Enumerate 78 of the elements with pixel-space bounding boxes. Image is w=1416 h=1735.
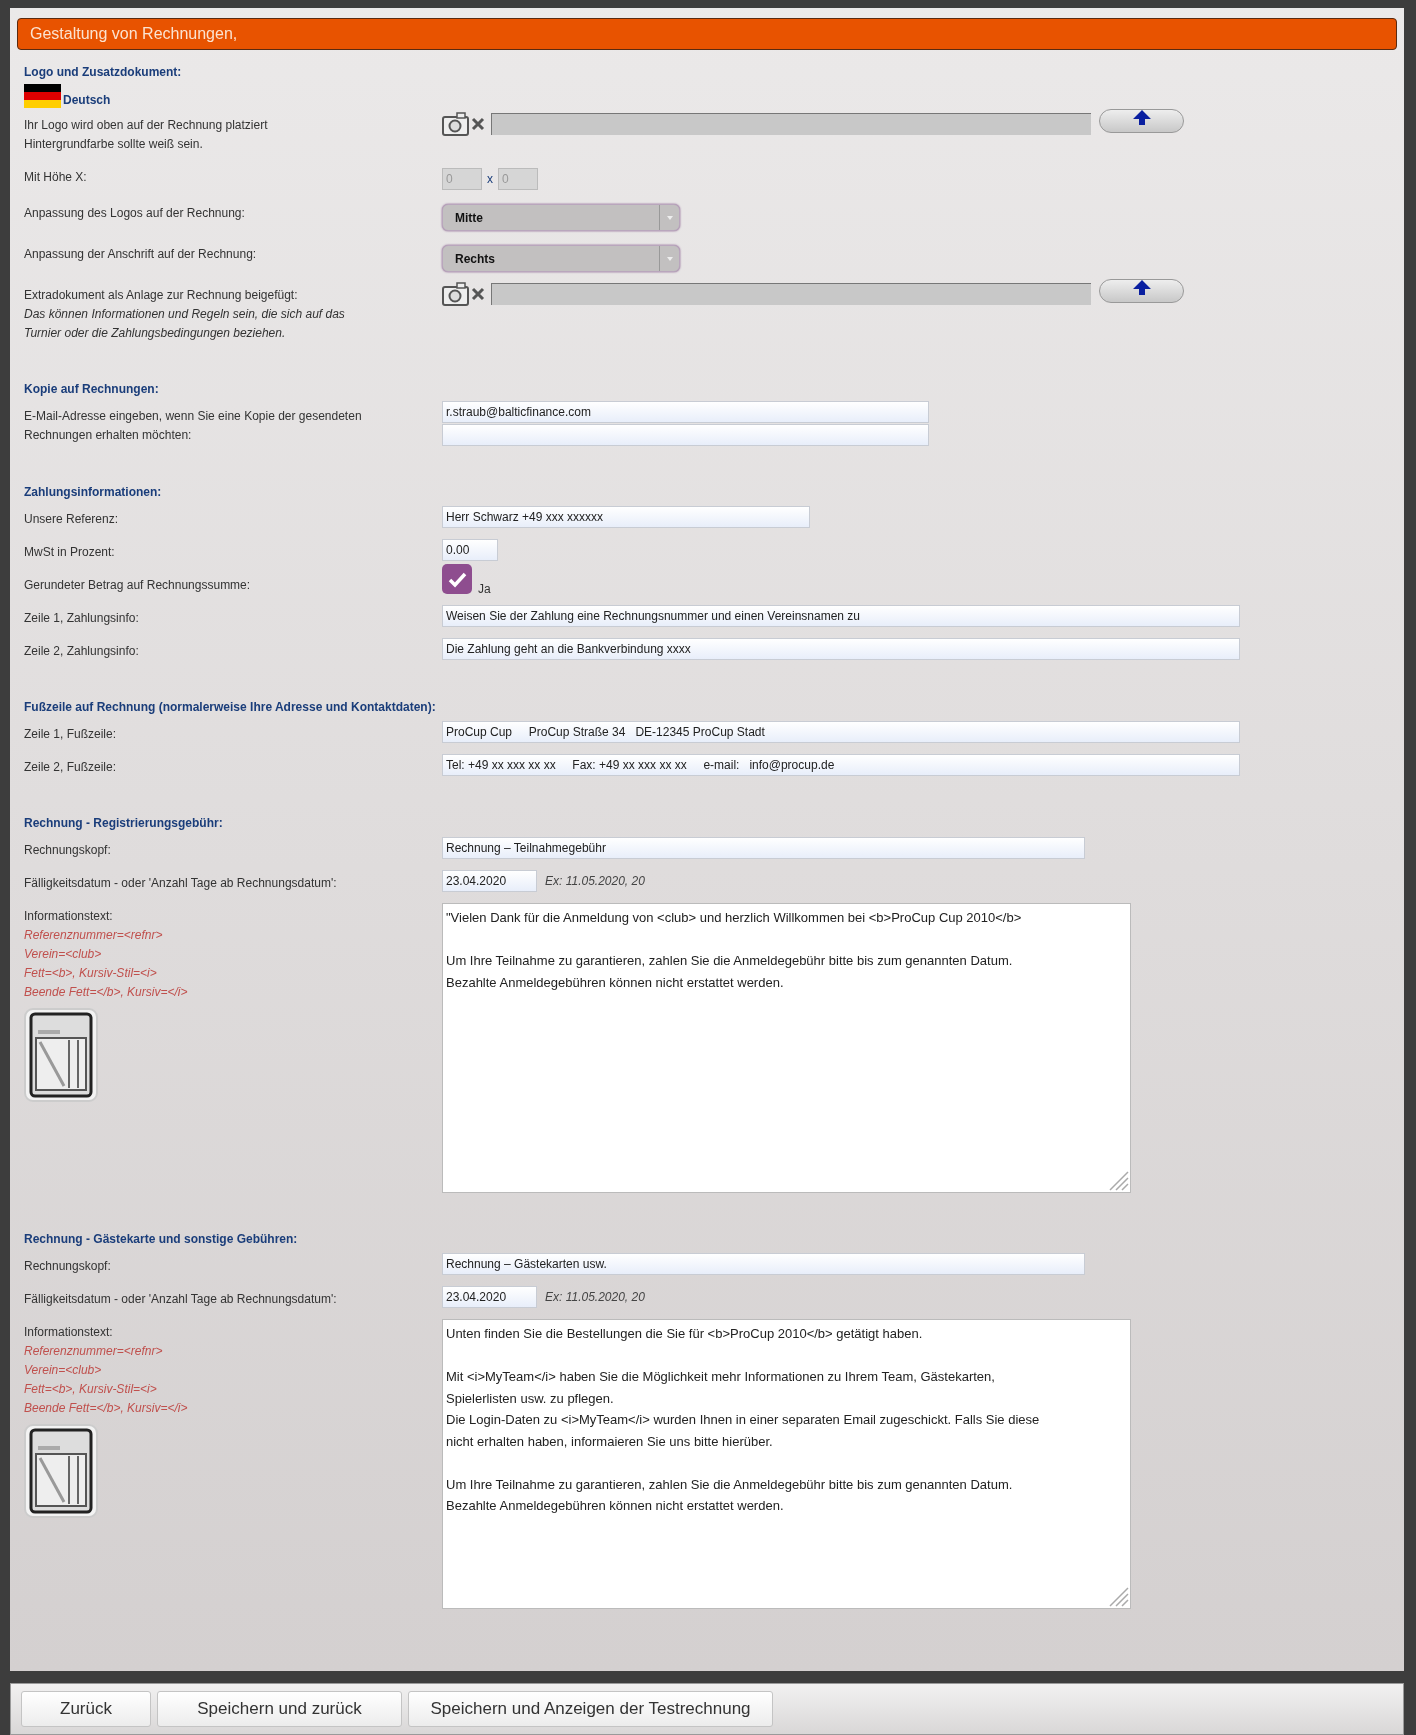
field-label: Anpassung der Anschrift auf der Rechnung: xyxy=(24,246,258,263)
field-label: Unsere Referenz: xyxy=(24,511,120,528)
field-label: Mit Höhe X: xyxy=(24,169,88,186)
checkbox[interactable] xyxy=(442,564,472,594)
dropdown[interactable]: Mitte xyxy=(442,204,680,231)
field-label: Zeile 1, Fußzeile: xyxy=(24,726,118,743)
close-icon[interactable] xyxy=(471,117,485,131)
field-label: Zeile 2, Zahlungsinfo: xyxy=(24,643,140,660)
caret-icon xyxy=(666,256,673,261)
field-label: Gerundeter Betrag auf Rechnungssumme: xyxy=(24,577,252,594)
field-label: Rechnungskopf: xyxy=(24,1258,112,1275)
camera-icon[interactable] xyxy=(442,112,469,136)
input-field[interactable]: Tel: +49 xx xxx xx xx Fax: +49 xx xxx xx xx e-mail: info@procup.de xyxy=(442,754,1240,776)
checkbox-label: Ja xyxy=(478,581,491,598)
field-label: Zeile 2, Fußzeile: xyxy=(24,759,118,776)
hint-text: Referenznummer=<refnr> xyxy=(24,1343,164,1360)
section-heading: Logo und Zusatzdokument: xyxy=(24,64,183,81)
caret-icon xyxy=(666,215,673,220)
hint-text: Fett=<b>, Kursiv-Stil=<i> xyxy=(24,1381,158,1398)
hint-text: Verein=<club> xyxy=(24,946,103,963)
input-field[interactable]: 23.04.2020 xyxy=(442,870,537,892)
hint-text: Fett=<b>, Kursiv-Stil=<i> xyxy=(24,965,158,982)
example-text: Ex: 11.05.2020, 20 xyxy=(545,1289,645,1306)
button[interactable]: Speichern und Anzeigen der Testrechnung xyxy=(408,1691,773,1727)
invoice-icon[interactable] xyxy=(24,1008,98,1102)
input-field[interactable]: 0.00 xyxy=(442,539,498,561)
field-label: Extradokument als Anlage zur Rechnung beigefügt: xyxy=(24,287,299,304)
section-heading: Fußzeile auf Rechnung (normalerweise Ihre Adresse und Kontaktdaten): xyxy=(24,699,437,716)
field-label: Informationstext: xyxy=(24,908,114,925)
field-label: Fälligkeitsdatum - oder 'Anzahl Tage ab Rechnungsdatum': xyxy=(24,875,338,892)
close-icon[interactable] xyxy=(471,287,485,301)
field-label: Informationstext: xyxy=(24,1324,114,1341)
hint-text: Beende Fett=</b>, Kursiv=</i> xyxy=(24,1400,189,1417)
field-label: Rechnungskopf: xyxy=(24,842,112,859)
button[interactable]: Speichern und zurück xyxy=(157,1691,402,1727)
field-label: Hintergrundfarbe sollte weiß sein. xyxy=(24,136,204,153)
invoice-icon[interactable] xyxy=(24,1424,98,1518)
file-field[interactable] xyxy=(491,283,1091,305)
field-label: Zeile 1, Zahlungsinfo: xyxy=(24,610,140,627)
input-field[interactable]: Rechnung – Teilnahmegebühr xyxy=(442,837,1085,859)
section-heading: Rechnung - Gästekarte und sonstige Gebühren: xyxy=(24,1231,299,1248)
field-label: Ihr Logo wird oben auf der Rechnung platziert xyxy=(24,117,269,134)
button[interactable]: Zurück xyxy=(21,1691,151,1727)
hint-text: Referenznummer=<refnr> xyxy=(24,927,164,944)
section-heading: Kopie auf Rechnungen: xyxy=(24,381,160,398)
input-field[interactable]: Herr Schwarz +49 xxx xxxxxx xyxy=(442,506,810,528)
text-area[interactable]: Unten finden Sie die Bestellungen die Sie für <b>ProCup 2010</b> getätigt haben. Mit <i>MyTeam</i> haben Sie die Möglichkeit mehr Informationen zu Ihrem Team, Gästekarten, Spielerlisten usw. zu pflegen. Die Login-Daten zu <i>MyTeam</i> wurden Ihnen in einer separaten Email zugeschickt. Falls Sie diese nicht erhalten haben, informaieren Sie uns bitte hierüber. Um Ihre Teilnahme zu garantieren, zahlen Sie die Anmeldegebühr bitte bis zum genannten Datum. Bezahlte Anmeldegebühren können nicht erstattet werden. xyxy=(442,1319,1131,1609)
flag-icon xyxy=(24,84,61,108)
example-text: Ex: 11.05.2020, 20 xyxy=(545,873,645,890)
arrow-up-icon xyxy=(1132,110,1151,125)
upload-button[interactable] xyxy=(1099,279,1184,303)
upload-button[interactable] xyxy=(1099,109,1184,133)
hint-text: Das können Informationen und Regeln sein, die sich auf das xyxy=(24,306,346,323)
hint-text: Beende Fett=</b>, Kursiv=</i> xyxy=(24,984,189,1001)
field-label: Rechnungen erhalten möchten: xyxy=(24,427,193,444)
dropdown[interactable]: Rechts xyxy=(442,245,680,272)
hint-text: Turnier oder die Zahlungsbedingungen beziehen. xyxy=(24,325,287,342)
language-label: Deutsch xyxy=(63,92,111,108)
input-field[interactable]: Die Zahlung geht an die Bankverbindung xxxx xyxy=(442,638,1240,660)
field-label: MwSt in Prozent: xyxy=(24,544,116,561)
input-field[interactable]: Weisen Sie der Zahlung eine Rechnungsnummer und einen Vereinsnamen zu xyxy=(442,605,1240,627)
section-heading: Zahlungsinformationen: xyxy=(24,484,163,501)
text-area[interactable]: "Vielen Dank für die Anmeldung von <club> und herzlich Willkommen bei <b>ProCup Cup 2010</b> Um Ihre Teilnahme zu garantieren, zahlen Sie die Anmeldegebühr bitte bis zum genannten Datum. Bezahlte Anmeldegebühren können nicht erstattet werden. xyxy=(442,903,1131,1193)
section-heading: Rechnung - Registrierungsgebühr: xyxy=(24,815,224,832)
input-field[interactable]: Rechnung – Gästekarten usw. xyxy=(442,1253,1085,1275)
file-field[interactable] xyxy=(491,113,1091,135)
separator-text: x xyxy=(487,171,493,188)
input-field[interactable] xyxy=(442,424,929,446)
field-label: Fälligkeitsdatum - oder 'Anzahl Tage ab Rechnungsdatum': xyxy=(24,1291,338,1308)
field-label: E-Mail-Adresse eingeben, wenn Sie eine Kopie der gesendeten xyxy=(24,408,363,425)
input-field[interactable]: r.straub@balticfinance.com xyxy=(442,401,929,423)
field-label: Anpassung des Logos auf der Rechnung: xyxy=(24,205,246,222)
hint-text: Verein=<club> xyxy=(24,1362,103,1379)
window-title: Gestaltung von Rechnungen, xyxy=(17,18,1397,50)
camera-icon[interactable] xyxy=(442,282,469,306)
input-field[interactable]: ProCup Cup ProCup Straße 34 DE-12345 ProCup Stadt xyxy=(442,721,1240,743)
arrow-up-icon xyxy=(1132,280,1151,295)
input-field[interactable]: 23.04.2020 xyxy=(442,1286,537,1308)
